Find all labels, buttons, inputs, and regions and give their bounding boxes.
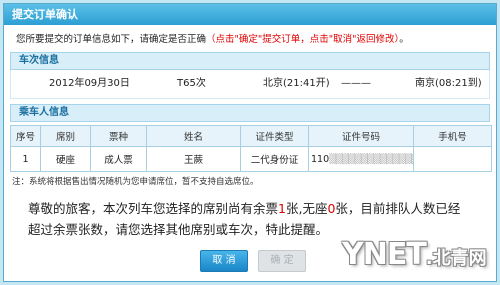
train-info-row: 2012年09月30日 T65次 北京(21:41开) ——— 南京(08:21… [10, 70, 490, 99]
train-section-title: 车次信息 [10, 52, 490, 70]
arrival-station: 南京(08:21到) [415, 78, 482, 89]
passenger-ticket-type: 成人票 [90, 146, 147, 172]
passenger-id-number: 110▒▒▒▒▒▒▒▒▒▒▒▒▒▒▒ [308, 146, 414, 172]
passenger-section-title: 乘车人信息 [10, 104, 490, 122]
passenger-index: 1 [10, 146, 41, 172]
departure-station: 北京(21:41开) [263, 78, 330, 89]
confirm-button[interactable]: 确 定 [258, 250, 306, 272]
warning-text-1: 尊敬的旅客，本次列车您选择的席别尚有余票 [28, 201, 279, 216]
id-number-prefix: 110 [311, 153, 330, 165]
col-header-phone: 手机号 [413, 125, 492, 147]
col-header-id-type: 证件类型 [240, 125, 309, 147]
passenger-seat: 硬座 [40, 146, 91, 172]
remaining-seat-count: 1 [278, 201, 286, 216]
notice-text: 您所要提交的订单信息如下，请确定是否正确 [16, 34, 207, 45]
watermark-cn: .北青网 [425, 248, 487, 269]
route-separator: ——— [341, 78, 371, 89]
seat-note: 注：系统将根据售出情况随机为您申请席位，暂不支持自选席位。 [12, 177, 259, 187]
passenger-table-header: 序号 席别 票种 姓名 证件类型 证件号码 手机号 [10, 125, 492, 147]
ynet-watermark-logo: YNET.北青网 [342, 237, 492, 281]
passenger-phone [413, 146, 492, 172]
col-header-name: 姓名 [146, 125, 241, 147]
travel-date: 2012年09月30日 [49, 78, 130, 89]
passenger-id-type: 二代身份证 [240, 146, 309, 172]
notice-suffix: 。 [399, 34, 409, 45]
col-header-id-number: 证件号码 [308, 125, 414, 147]
notice-instruction: （点击"确定"提交订单，点击"取消"返回修改） [206, 34, 400, 45]
passenger-table: 序号 席别 票种 姓名 证件类型 证件号码 手机号 1 硬座 成人票 王蕨 二代… [10, 125, 492, 172]
col-header-ticket-type: 票种 [90, 125, 147, 147]
queue-warning: 尊敬的旅客，本次列车您选择的席别尚有余票1张,无座0张，目前排队人数已经超过余票… [28, 198, 468, 240]
dialog-title: 提交订单确认 [4, 4, 496, 25]
passenger-name: 王蕨 [146, 146, 241, 172]
col-header-index: 序号 [10, 125, 41, 147]
col-header-seat: 席别 [40, 125, 91, 147]
id-number-masked: ▒▒▒▒▒▒▒▒▒▒▒▒▒▒▒ [329, 153, 412, 165]
table-row: 1 硬座 成人票 王蕨 二代身份证 110▒▒▒▒▒▒▒▒▒▒▒▒▒▒▒ [10, 146, 492, 172]
order-notice: 您所要提交的订单信息如下，请确定是否正确（点击"确定"提交订单，点击"取消"返回… [4, 25, 496, 47]
cancel-button[interactable]: 取 消 [200, 250, 248, 272]
train-number: T65次 [177, 78, 206, 89]
warning-text-2: 张,无座 [285, 201, 328, 216]
watermark-latin: YNET [342, 237, 427, 272]
